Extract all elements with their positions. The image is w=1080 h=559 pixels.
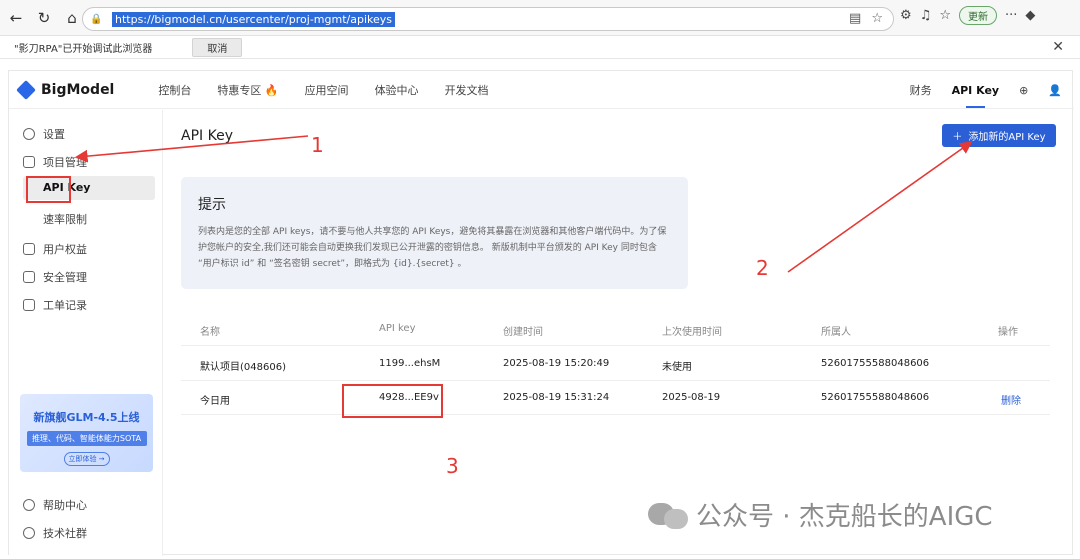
promo-title: 新旗舰GLM-4.5上线 [33,411,140,424]
url-text[interactable]: https://bigmodel.cn/usercenter/proj-mgmt… [112,11,395,27]
folder-icon [23,156,35,168]
update-button[interactable]: 更新 [958,6,997,25]
plus-icon: ＋ [952,132,963,143]
top-nav: BigModel 控制台 特惠专区 🔥 应用空间 体验中心 开发文档 财务 AP… [9,71,1074,109]
sidebar-item-project-mgmt[interactable]: 项目管理 [23,154,87,170]
table-cell-name: 今日用 [200,396,230,407]
annotation-box-key [342,384,443,418]
globe-icon[interactable]: ⊕ [1019,84,1028,97]
sidebar-item-label: 设置 [43,128,65,141]
music-icon[interactable]: ♫ [920,8,932,23]
sidebar-item-settings[interactable]: 设置 [23,126,65,142]
chat-icon [23,527,35,539]
table-cell-key: 1199...ehsM [379,358,441,369]
promo-subtitle: 推理、代码、智能体能力SOTA [26,431,147,446]
table-cell-owner: 52601755588048606 [821,392,930,403]
annotation-number-2: 2 [756,256,769,280]
nav-docs[interactable]: 开发文档 [445,82,489,98]
back-icon[interactable]: ← [4,6,28,30]
sidebar-item-label: 工单记录 [43,299,87,312]
watermark: 公众号 · 杰克船长的AIGC [648,496,993,533]
tip-title: 提示 [198,197,226,213]
app-window: BigModel 控制台 特惠专区 🔥 应用空间 体验中心 开发文档 财务 AP… [8,70,1074,556]
fire-icon: 🔥 [264,83,279,97]
promo-cta-button[interactable]: 立即体验 → [63,452,110,466]
more-icon[interactable]: ··· [1005,8,1017,23]
lock-icon: 🔒 [90,13,103,25]
table-divider [181,414,1050,415]
nav-app-space[interactable]: 应用空间 [305,82,349,98]
annotation-box-sidebar [26,176,71,203]
sidebar-item-security[interactable]: 安全管理 [23,269,87,285]
sidebar-item-help[interactable]: 帮助中心 [23,497,87,513]
sidebar-item-tickets[interactable]: 工单记录 [23,297,87,313]
main-content: API Key ＋ 添加新的API Key 提示 列表内是您的全部 API ke… [164,110,1074,556]
help-icon [23,499,35,511]
table-cell-owner: 52601755588048606 [821,358,930,369]
sidebar-item-label: 帮助中心 [43,499,87,512]
logo-text: BigModel [41,81,115,98]
col-header-name: 名称 [200,327,220,338]
col-header-api-key: API key [379,323,416,334]
copilot-icon[interactable]: ◆ [1025,8,1035,23]
rpa-cancel-button[interactable]: 取消 [192,38,243,57]
annotation-number-3: 3 [446,454,459,478]
extensions-icon[interactable]: ⚙ [900,8,912,23]
building-icon [23,243,35,255]
lock-icon [23,271,35,283]
table-divider [181,380,1050,381]
refresh-icon[interactable]: ↻ [32,6,56,30]
sidebar-item-label: 用户权益 [43,243,87,256]
watermark-text: 公众号 · 杰克船长的AIGC [696,502,993,532]
table-divider [181,345,1050,346]
wechat-icon [648,501,688,529]
table-cell-created: 2025-08-19 15:20:49 [503,358,610,369]
table-cell-created: 2025-08-19 15:31:24 [503,392,610,403]
add-api-key-label: 添加新的API Key [968,132,1046,143]
add-api-key-button[interactable]: ＋ 添加新的API Key [942,124,1056,147]
sidebar-item-user-rights[interactable]: 用户权益 [23,241,87,257]
close-icon[interactable]: ✕ [1052,39,1064,55]
col-header-owner: 所属人 [821,327,851,338]
home-icon[interactable]: ⌂ [60,6,84,30]
promo-banner[interactable]: 新旗舰GLM-4.5上线 推理、代码、智能体能力SOTA 立即体验 → [20,394,153,472]
reader-icon[interactable]: ▤ [849,11,861,26]
sidebar-item-label: 技术社群 [43,527,87,540]
sidebar-item-label: 项目管理 [43,156,87,169]
sidebar-item-label: 安全管理 [43,271,87,284]
favorite-star-icon[interactable]: ☆ [871,11,883,26]
table-cell-last-used: 2025-08-19 [662,392,721,403]
sidebar-item-community[interactable]: 技术社群 [23,525,87,541]
ticket-icon [23,299,35,311]
logo[interactable]: BigModel [16,79,115,100]
logo-icon [16,79,36,100]
table-cell-name: 默认项目(048606) [200,362,286,373]
annotation-number-1: 1 [311,133,324,157]
col-header-created: 创建时间 [503,327,543,338]
nav-deals[interactable]: 特惠专区 🔥 [217,82,278,98]
address-bar[interactable]: 🔒 https://bigmodel.cn/usercenter/proj-mg… [82,7,894,31]
tip-body: 列表内是您的全部 API keys，请不要与他人共享您的 API Keys，避免… [198,227,667,269]
nav-api-key[interactable]: API Key [952,84,999,108]
table-cell-last-used: 未使用 [662,362,692,373]
nav-finance[interactable]: 财务 [910,82,932,98]
browser-toolbar: ← ↻ ⌂ 🔒 https://bigmodel.cn/usercenter/p… [0,0,1080,36]
user-icon[interactable]: 👤 [1048,84,1062,97]
rpa-notice-text: "影刀RPA"已开始调试此浏览器 [14,44,153,55]
nav-experience[interactable]: 体验中心 [375,82,419,98]
page-title: API Key [181,128,233,144]
col-header-action: 操作 [998,327,1018,338]
nav-console[interactable]: 控制台 [158,82,191,98]
col-header-last-used: 上次使用时间 [662,327,722,338]
gear-icon [23,128,35,140]
favorites-icon[interactable]: ☆ [939,8,951,23]
sidebar-item-rate-limit[interactable]: 速率限制 [43,211,87,227]
delete-button[interactable]: 删除 [1001,392,1021,407]
tip-box: 提示 列表内是您的全部 API keys，请不要与他人共享您的 API Keys… [181,177,688,289]
rpa-notice-bar: "影刀RPA"已开始调试此浏览器 取消 ✕ [0,37,1080,59]
